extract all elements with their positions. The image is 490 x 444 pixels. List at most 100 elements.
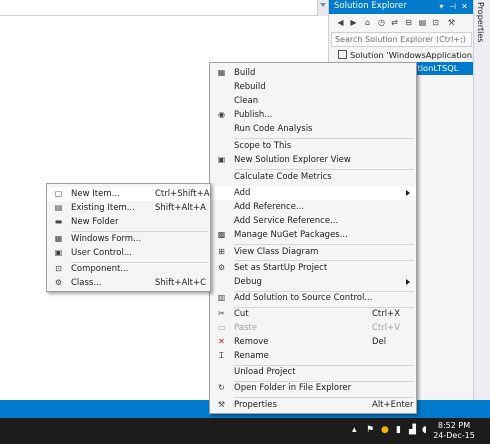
editor-tab-strip-divider <box>0 15 317 16</box>
menu-item-open-folder[interactable]: ↻ Open Folder in File Explorer <box>210 381 416 395</box>
user-control-icon: ▣ <box>54 248 63 257</box>
properties-side-tab[interactable]: Properties <box>473 0 490 400</box>
forward-icon[interactable]: ▶ <box>348 17 359 28</box>
properties-icon[interactable]: ▤ <box>417 17 428 28</box>
menu-item-shortcut: Ctrl+Shift+A <box>155 189 210 199</box>
menu-item-manage-nuget[interactable]: ▩ Manage NuGet Packages... <box>210 228 416 242</box>
sync-icon[interactable]: ⇄ <box>389 17 400 28</box>
menu-item-run-code-analysis[interactable]: Run Code Analysis <box>210 122 416 136</box>
remove-icon: ✕ <box>218 337 225 346</box>
chevron-down-icon <box>320 3 326 7</box>
submenu-item-existing-item[interactable]: ▤ Existing Item... Shift+Alt+A <box>47 201 210 215</box>
menu-item-paste[interactable]: ▭ Paste Ctrl+V <box>210 321 416 335</box>
new-folder-icon: ▬ <box>54 217 63 226</box>
window-position-dropdown-icon[interactable]: ▾ <box>437 2 446 12</box>
menu-item-calculate-code-metrics[interactable]: Calculate Code Metrics <box>210 170 416 184</box>
signal-icon[interactable]: ▟ <box>409 425 416 436</box>
submenu-item-windows-form[interactable]: ▦ Windows Form... <box>47 232 210 246</box>
menu-item-publish[interactable]: ◉ Publish... <box>210 108 416 122</box>
menu-item-label: Component... <box>71 264 129 274</box>
menu-item-add-service-reference[interactable]: Add Service Reference... <box>210 214 416 228</box>
menu-item-debug[interactable]: Debug <box>210 275 416 289</box>
close-icon[interactable]: ✕ <box>460 2 469 12</box>
menu-item-unload-project[interactable]: Unload Project <box>210 365 416 379</box>
menu-item-label: Windows Form... <box>71 234 142 244</box>
publish-icon: ◉ <box>218 110 225 119</box>
submenu-item-component[interactable]: ⊡ Component... <box>47 262 210 276</box>
preview-icon[interactable]: ⊡ <box>430 17 441 28</box>
pin-icon[interactable]: ⊣ <box>448 2 457 12</box>
volume-icon[interactable]: ◖ <box>422 425 427 436</box>
new-view-icon: ▣ <box>217 155 226 164</box>
flag-icon[interactable]: ⚑ <box>366 425 374 436</box>
menu-item-label: Run Code Analysis <box>234 124 313 134</box>
history-icon[interactable]: ◷ <box>376 17 387 28</box>
submenu-arrow-icon <box>406 279 410 285</box>
rename-icon: Ꮖ <box>218 351 225 360</box>
menu-item-clean[interactable]: Clean <box>210 94 416 108</box>
menu-item-label: Calculate Code Metrics <box>234 172 332 182</box>
menu-item-rebuild[interactable]: Rebuild <box>210 80 416 94</box>
windows-form-icon: ▦ <box>54 234 63 243</box>
menu-item-label: Paste <box>234 323 257 333</box>
menu-item-label: Existing Item... <box>71 203 135 213</box>
collapse-icon[interactable]: ⊟ <box>403 17 414 28</box>
menu-item-set-startup-project[interactable]: ⚙ Set as StartUp Project <box>210 261 416 275</box>
menu-item-view-class-diagram[interactable]: ⊞ View Class Diagram <box>210 245 416 259</box>
menu-item-add-reference[interactable]: Add Reference... <box>210 200 416 214</box>
menu-item-shortcut: Shift+Alt+A <box>155 203 206 213</box>
menu-item-shortcut: Shift+Alt+C <box>155 278 207 288</box>
menu-item-scope-to-this[interactable]: Scope to This <box>210 139 416 153</box>
class-icon: ⚙ <box>54 278 63 287</box>
up-arrow-icon[interactable]: ▴ <box>352 425 357 436</box>
menu-item-label: Clean <box>234 96 259 106</box>
menu-item-add-to-source-control[interactable]: ▥ Add Solution to Source Control... <box>210 291 416 305</box>
menu-item-label: User Control... <box>71 248 132 258</box>
menu-item-properties[interactable]: ⚒ Properties Alt+Enter <box>210 398 416 412</box>
solution-explorer-title: Solution Explorer <box>334 1 407 11</box>
submenu-item-new-item[interactable]: ▢ New Item... Ctrl+Shift+A <box>47 187 210 201</box>
menu-item-remove[interactable]: ✕ Remove Del <box>210 335 416 349</box>
menu-item-label: Add Service Reference... <box>234 216 339 226</box>
submenu-item-class[interactable]: ⚙ Class... Shift+Alt+C <box>47 276 210 290</box>
menu-item-label: Scope to This <box>234 141 292 151</box>
taskbar: ▴ ⚑ ● ▮ ▟ ◖ 8:52 PM 24-Dec-15 <box>0 418 490 444</box>
solution-explorer-title-bar[interactable]: Solution Explorer ▾ ⊣ ✕ <box>329 0 474 14</box>
clock-date: 24-Dec-15 <box>433 431 475 440</box>
menu-item-label: Remove <box>234 337 269 347</box>
editor-dropdown-button[interactable] <box>317 0 328 16</box>
home-icon[interactable]: ⌂ <box>362 17 373 28</box>
wrench-icon: ⚒ <box>217 400 226 409</box>
back-icon[interactable]: ◀ <box>335 17 346 28</box>
menu-item-label: Class... <box>71 278 102 288</box>
tree-item-solution[interactable]: Solution 'WindowsApplicationLTSQ <box>329 49 474 62</box>
menu-item-label: Rename <box>234 351 269 361</box>
menu-item-label: Add <box>234 188 251 198</box>
menu-item-shortcut: Ctrl+X <box>372 309 401 319</box>
menu-item-label: New Folder <box>71 217 119 227</box>
submenu-item-user-control[interactable]: ▣ User Control... <box>47 246 210 260</box>
menu-item-rename[interactable]: Ꮖ Rename <box>210 349 416 363</box>
menu-item-cut[interactable]: ✂ Cut Ctrl+X <box>210 307 416 321</box>
menu-item-label: Open Folder in File Explorer <box>234 383 352 393</box>
refresh-arrow-icon: ↻ <box>218 383 225 392</box>
source-control-icon: ▥ <box>217 293 226 302</box>
network-app-icon[interactable]: ● <box>381 425 389 436</box>
new-item-icon: ▢ <box>54 189 63 198</box>
nuget-icon: ▩ <box>217 230 226 239</box>
battery-icon[interactable]: ▮ <box>396 425 401 436</box>
submenu-item-new-folder[interactable]: ▬ New Folder <box>47 215 210 229</box>
menu-item-new-solution-explorer-view[interactable]: ▣ New Solution Explorer View <box>210 153 416 167</box>
clock[interactable]: 8:52 PM 24-Dec-15 <box>432 421 476 441</box>
scissors-icon: ✂ <box>218 309 225 318</box>
clock-time: 8:52 PM <box>437 421 471 430</box>
component-icon: ⊡ <box>55 264 62 273</box>
menu-item-add[interactable]: Add <box>210 186 416 200</box>
submenu-arrow-icon <box>406 190 410 196</box>
menu-item-build[interactable]: ▦ Build <box>210 66 416 80</box>
class-diagram-icon: ⊞ <box>218 247 225 256</box>
menu-item-shortcut: Del <box>372 337 387 347</box>
add-submenu: ▢ New Item... Ctrl+Shift+A ▤ Existing It… <box>46 183 211 292</box>
solution-explorer-search-input[interactable]: Search Solution Explorer (Ctrl+;) <box>331 32 472 47</box>
wrench-icon[interactable]: ⚒ <box>446 17 457 28</box>
